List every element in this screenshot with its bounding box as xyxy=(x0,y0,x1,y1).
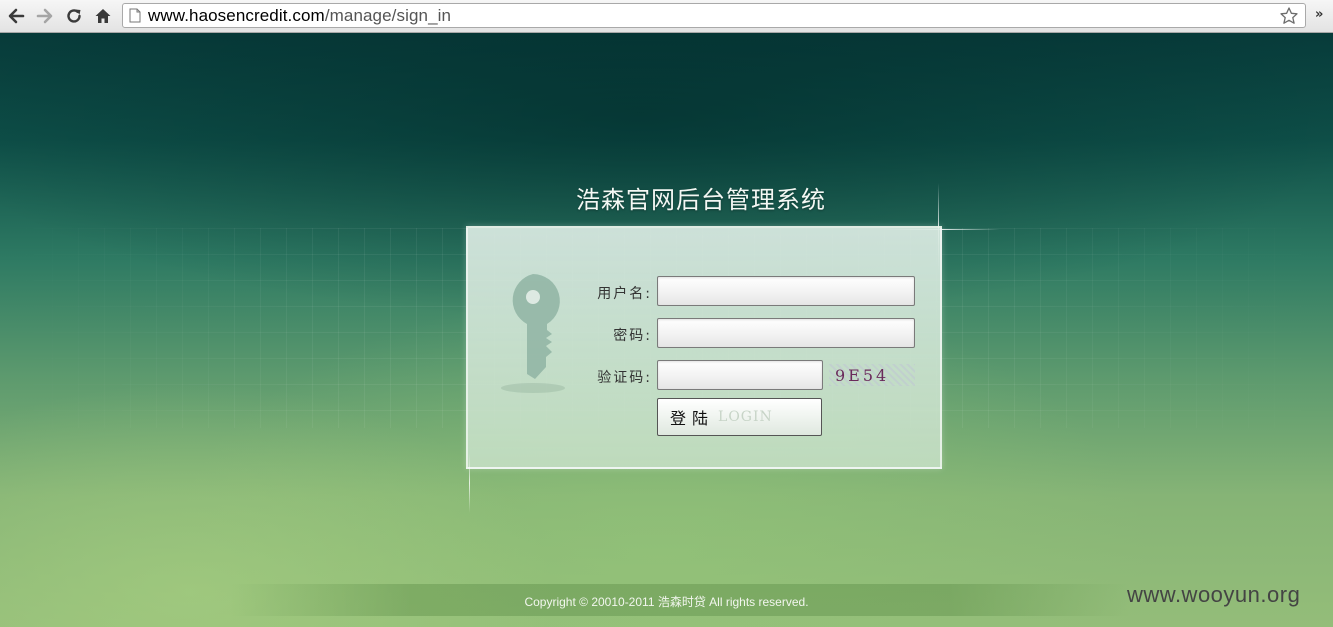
login-button-label: 登陆 xyxy=(670,409,715,428)
key-icon xyxy=(501,274,565,393)
captcha-label: 验证码: xyxy=(597,370,652,386)
url-text[interactable]: www.haosencredit.com/manage/sign_in xyxy=(148,4,451,27)
captcha-image[interactable]: 9E54 xyxy=(829,364,915,386)
login-panel: 用户名: 密码: 验证码: 9E54 登陆 LOGIN xyxy=(466,226,942,469)
username-input[interactable] xyxy=(657,276,915,306)
url-host: www.haosencredit.com xyxy=(148,6,325,25)
login-button[interactable]: 登陆 LOGIN xyxy=(657,398,822,436)
page-title: 浩森官网后台管理系统 xyxy=(576,186,826,214)
password-input[interactable] xyxy=(657,318,915,348)
home-button[interactable] xyxy=(92,5,114,27)
bookmark-star-icon[interactable] xyxy=(1279,6,1299,26)
back-button[interactable] xyxy=(5,5,27,27)
back-arrow-icon xyxy=(8,8,25,24)
light-flare xyxy=(469,453,470,513)
username-label: 用户名: xyxy=(597,286,652,302)
bookmarks-overflow-button[interactable]: » xyxy=(1315,7,1323,22)
home-icon xyxy=(95,9,111,23)
page-icon xyxy=(129,8,141,23)
login-page: 浩森官网后台管理系统 用户名: 密码: 验证码: 9E54 登陆 LOGIN C… xyxy=(0,33,1333,627)
password-label: 密码: xyxy=(613,328,652,344)
browser-toolbar: www.haosencredit.com/manage/sign_in » xyxy=(0,0,1333,33)
login-button-label-en: LOGIN xyxy=(718,409,773,425)
url-path: /manage/sign_in xyxy=(324,6,452,25)
forward-button[interactable] xyxy=(34,5,56,27)
forward-arrow-icon xyxy=(36,8,53,24)
watermark: www.wooyun.org xyxy=(1127,582,1301,607)
address-bar[interactable]: www.haosencredit.com/manage/sign_in xyxy=(122,3,1306,28)
reload-button[interactable] xyxy=(63,5,85,27)
reload-icon xyxy=(67,9,81,23)
captcha-input[interactable] xyxy=(657,360,823,390)
